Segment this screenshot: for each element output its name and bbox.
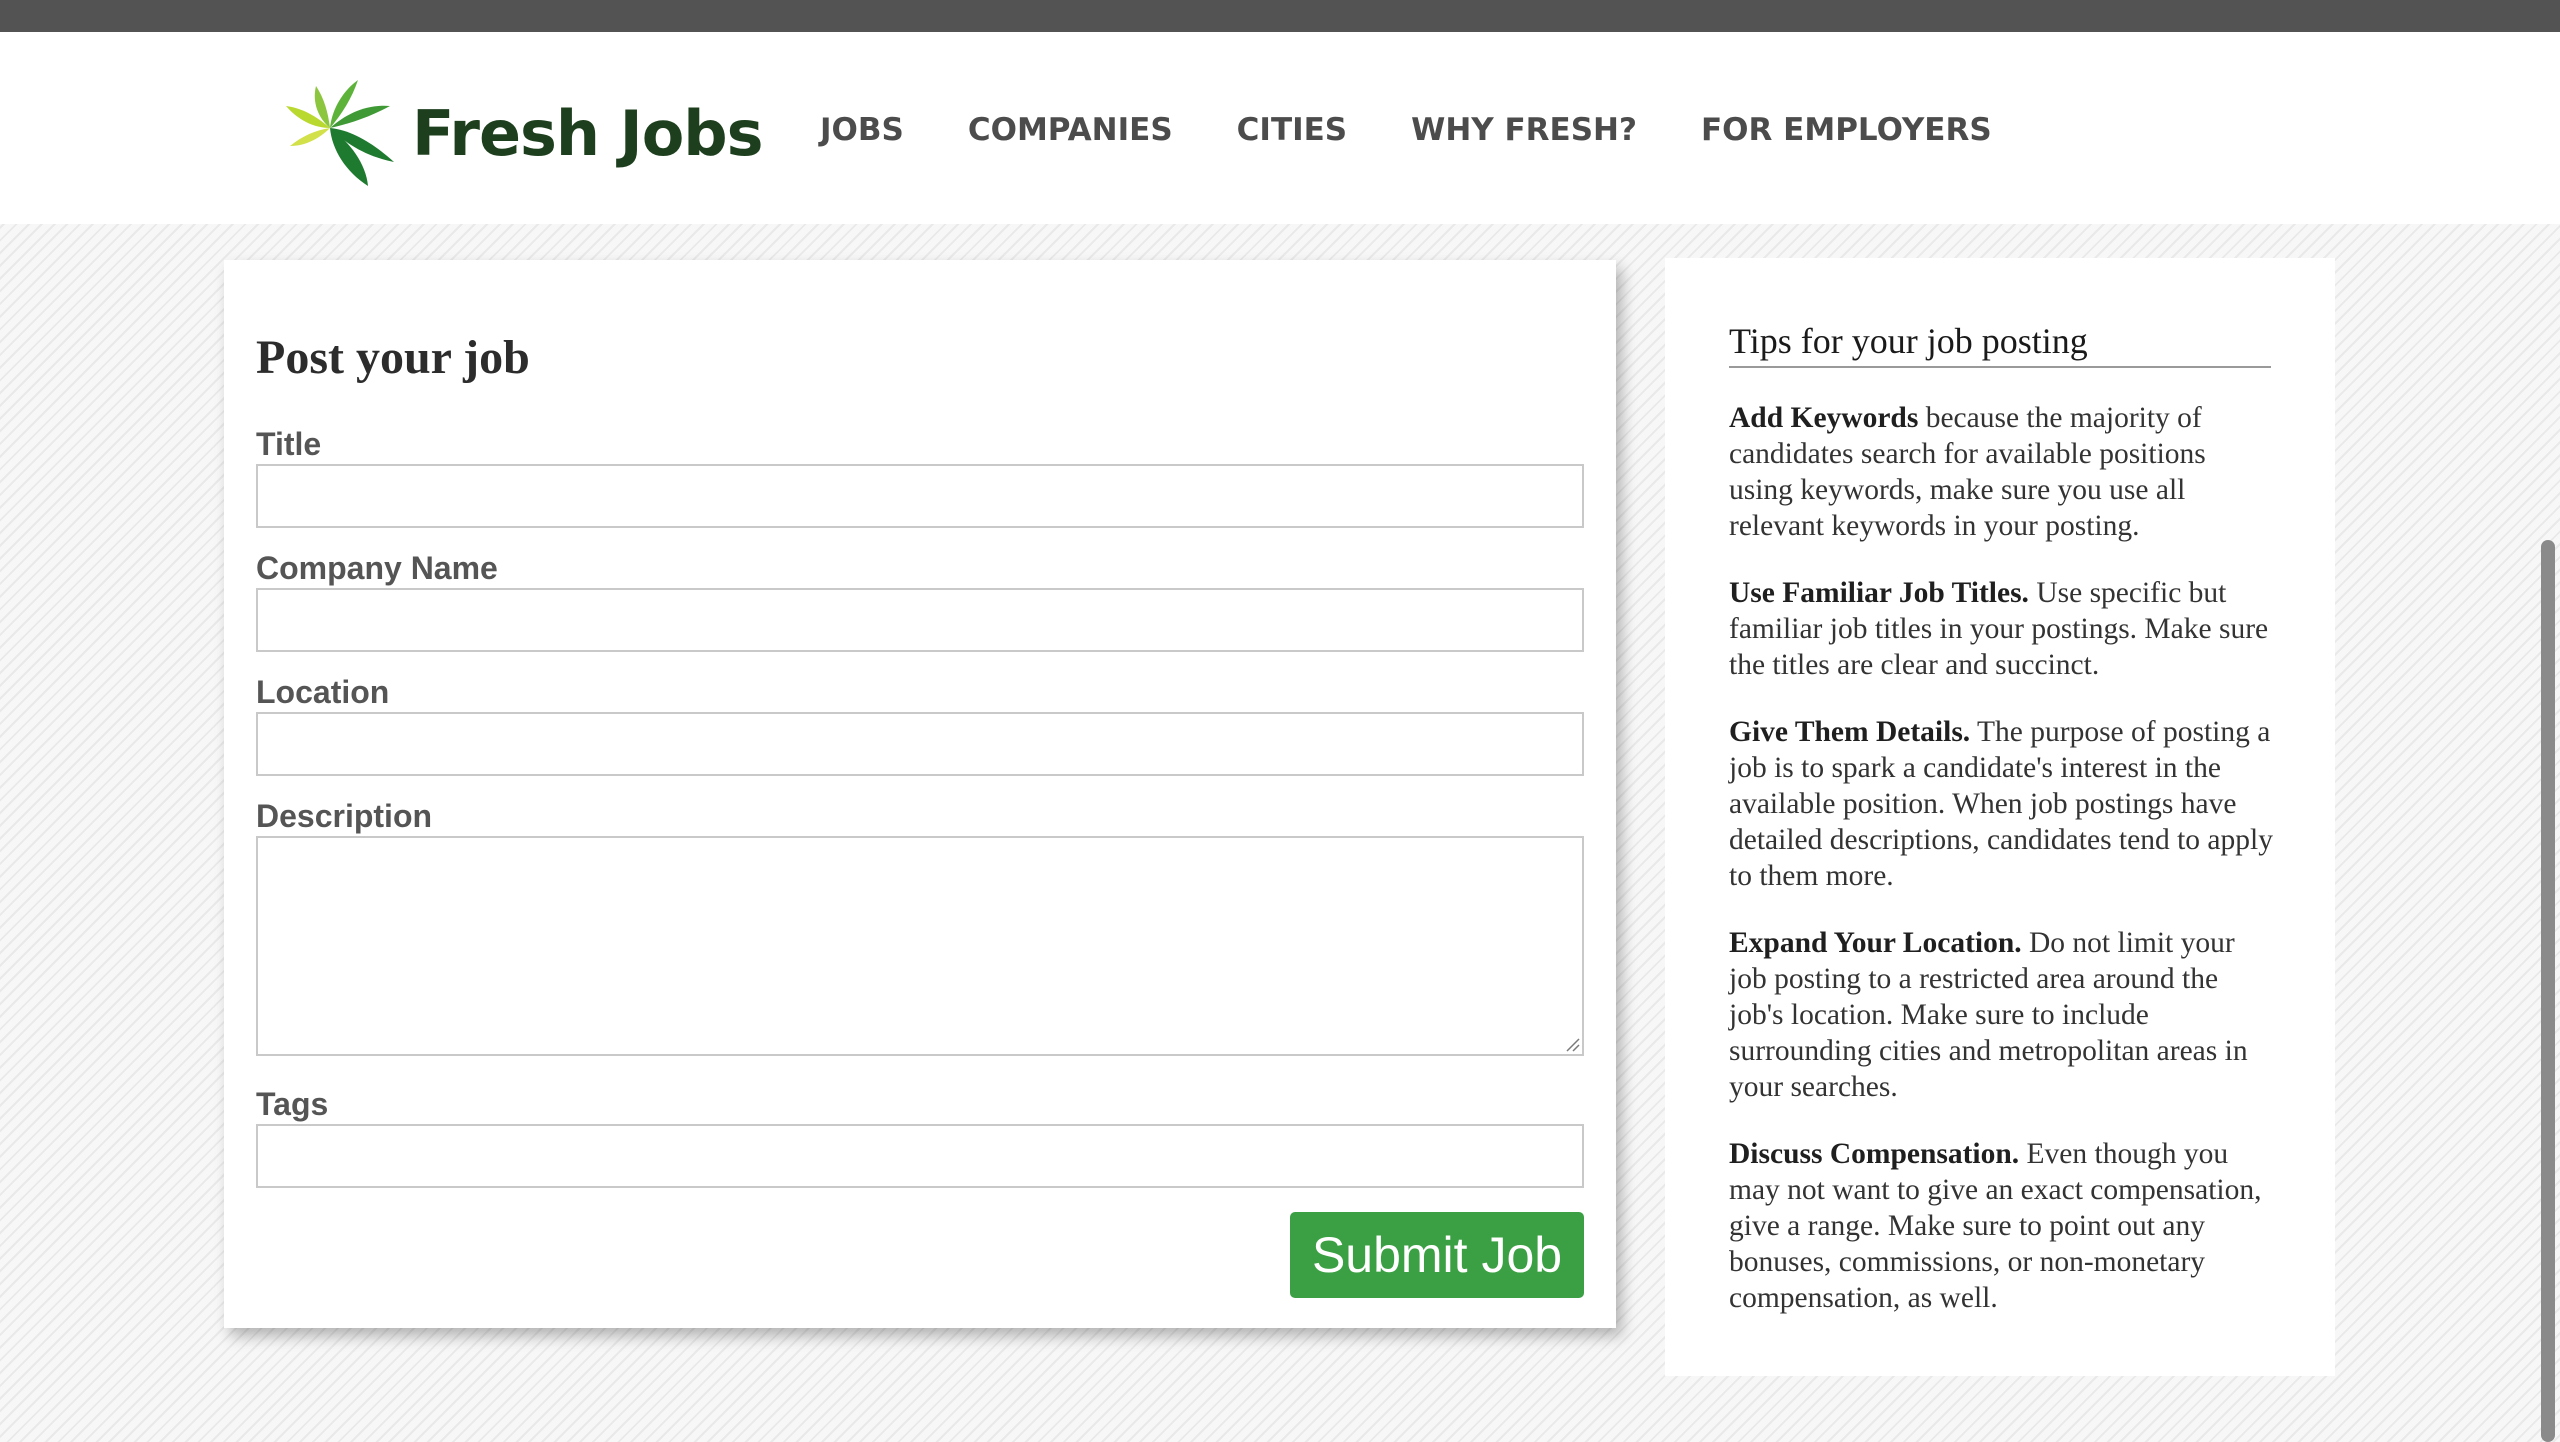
nav-item-companies[interactable]: COMPANIES: [968, 112, 1173, 148]
nav-item-for-employers[interactable]: FOR EMPLOYERS: [1701, 112, 1992, 148]
tip-heading: Discuss Compensation.: [1729, 1138, 2020, 1170]
tip-heading: Use Familiar Job Titles.: [1729, 577, 2029, 609]
nav-item-cities[interactable]: CITIES: [1237, 112, 1347, 148]
site-header: Fresh Jobs JOBS COMPANIES CITIES WHY FRE…: [0, 32, 2560, 224]
tip-item: Use Familiar Job Titles. Use specific bu…: [1729, 575, 2277, 683]
post-job-form: Post your job Title Company Name Locatio…: [224, 260, 1616, 1328]
tips-list: Add Keywords because the majority of can…: [1729, 400, 2277, 1347]
location-input[interactable]: [256, 712, 1584, 776]
page-scrollbar-thumb[interactable]: [2541, 540, 2555, 1442]
browser-top-bar: [0, 0, 2560, 32]
site-logo-text: Fresh Jobs: [412, 96, 764, 170]
tags-input[interactable]: [256, 1124, 1584, 1188]
tip-heading: Expand Your Location.: [1729, 927, 2022, 959]
site-logo[interactable]: Fresh Jobs: [286, 78, 764, 188]
tip-item: Add Keywords because the majority of can…: [1729, 400, 2277, 544]
description-label: Description: [256, 798, 433, 834]
company-name-label: Company Name: [256, 550, 498, 586]
leaf-burst-icon: [286, 80, 394, 186]
tips-title: Tips for your job posting: [1729, 320, 2271, 368]
title-label: Title: [256, 426, 322, 462]
form-title: Post your job: [256, 331, 530, 384]
tips-panel: Tips for your job posting Add Keywords b…: [1665, 258, 2335, 1376]
resize-grip-icon[interactable]: [1564, 1036, 1580, 1052]
title-input[interactable]: [256, 464, 1584, 528]
tip-heading: Add Keywords: [1729, 402, 1919, 434]
submit-job-button[interactable]: Submit Job: [1290, 1212, 1584, 1298]
tip-item: Give Them Details. The purpose of postin…: [1729, 714, 2277, 894]
tip-heading: Give Them Details.: [1729, 716, 1971, 748]
nav-item-why-fresh[interactable]: WHY FRESH?: [1411, 112, 1637, 148]
company-name-input[interactable]: [256, 588, 1584, 652]
nav-item-jobs[interactable]: JOBS: [820, 112, 904, 148]
description-textarea[interactable]: [256, 836, 1584, 1056]
tags-label: Tags: [256, 1086, 329, 1122]
tip-item: Expand Your Location. Do not limit your …: [1729, 925, 2277, 1105]
main-nav: JOBS COMPANIES CITIES WHY FRESH? FOR EMP…: [820, 96, 2056, 164]
tip-item: Discuss Compensation. Even though you ma…: [1729, 1136, 2277, 1316]
location-label: Location: [256, 674, 390, 710]
